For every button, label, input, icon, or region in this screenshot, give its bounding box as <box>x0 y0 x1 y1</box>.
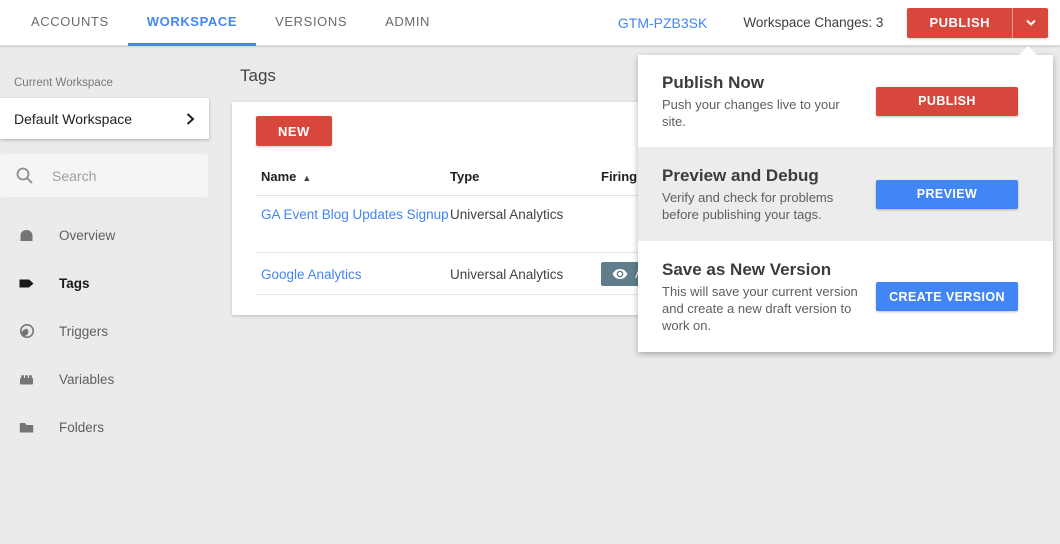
menu-section-description: This will save your current version and … <box>662 283 866 334</box>
tag-icon <box>18 275 35 292</box>
menu-section-publish-now[interactable]: Publish Now Push your changes live to yo… <box>638 55 1053 147</box>
workspace-selector[interactable]: Default Workspace <box>0 98 209 139</box>
chevron-down-icon <box>1025 19 1037 27</box>
sidebar-item-triggers[interactable]: Triggers <box>0 307 210 355</box>
menu-section-title: Save as New Version <box>662 260 866 280</box>
new-tag-button[interactable]: NEW <box>256 116 332 146</box>
create-version-button[interactable]: CREATE VERSION <box>876 282 1018 311</box>
sidebar-item-label: Overview <box>59 228 115 243</box>
workspace-name: Default Workspace <box>14 111 183 127</box>
header-right: GTM-PZB3SK Workspace Changes: 3 PUBLISH <box>618 0 1060 45</box>
sidebar: Current Workspace Default Workspace Over… <box>0 46 210 451</box>
sidebar-item-label: Triggers <box>59 324 108 339</box>
menu-section-text: Save as New Version This will save your … <box>662 260 876 334</box>
eye-icon <box>612 268 628 280</box>
workspace-changes-count: Workspace Changes: 3 <box>743 15 883 30</box>
tab-versions[interactable]: VERSIONS <box>256 0 366 46</box>
sidebar-nav: Overview Tags Triggers Variables Folders <box>0 211 210 451</box>
tag-type: Universal Analytics <box>450 207 601 222</box>
sidebar-item-label: Variables <box>59 372 114 387</box>
column-name-label: Name <box>261 169 296 184</box>
menu-section-save-version[interactable]: Save as New Version This will save your … <box>638 241 1053 352</box>
sidebar-item-overview[interactable]: Overview <box>0 211 210 259</box>
sidebar-item-tags[interactable]: Tags <box>0 259 210 307</box>
menu-section-text: Publish Now Push your changes live to yo… <box>662 73 876 130</box>
column-header-type[interactable]: Type <box>450 169 601 184</box>
folder-icon <box>18 419 35 436</box>
tag-name-link[interactable]: Google Analytics <box>256 267 450 282</box>
menu-section-text: Preview and Debug Verify and check for p… <box>662 166 876 223</box>
menu-section-title: Preview and Debug <box>662 166 866 186</box>
tag-type: Universal Analytics <box>450 267 601 282</box>
sidebar-item-label: Tags <box>59 276 90 291</box>
tab-workspace[interactable]: WORKSPACE <box>128 0 256 46</box>
tab-admin[interactable]: ADMIN <box>366 0 449 46</box>
tab-accounts[interactable]: ACCOUNTS <box>12 0 128 46</box>
publish-split-button[interactable]: PUBLISH <box>907 8 1048 38</box>
menu-section-description: Push your changes live to your site. <box>662 96 866 130</box>
sort-asc-icon: ▲ <box>302 173 311 183</box>
menu-section-description: Verify and check for problems before pub… <box>662 189 866 223</box>
container-id-link[interactable]: GTM-PZB3SK <box>618 15 707 31</box>
search-icon <box>15 166 34 185</box>
dropdown-caret <box>1019 46 1037 55</box>
menu-section-preview-debug[interactable]: Preview and Debug Verify and check for p… <box>638 147 1053 241</box>
top-header: ACCOUNTS WORKSPACE VERSIONS ADMIN GTM-PZ… <box>0 0 1060 46</box>
publish-dropdown-menu: Publish Now Push your changes live to yo… <box>638 55 1053 352</box>
publish-dropdown-toggle[interactable] <box>1012 8 1048 38</box>
sidebar-item-folders[interactable]: Folders <box>0 403 210 451</box>
trigger-icon <box>18 323 35 340</box>
publish-now-button[interactable]: PUBLISH <box>876 87 1018 116</box>
column-header-name[interactable]: Name ▲ <box>256 169 450 184</box>
overview-icon <box>18 227 35 244</box>
menu-section-title: Publish Now <box>662 73 866 93</box>
sidebar-item-variables[interactable]: Variables <box>0 355 210 403</box>
tag-name-link[interactable]: GA Event Blog Updates Signup <box>256 207 450 222</box>
main-nav: ACCOUNTS WORKSPACE VERSIONS ADMIN <box>12 0 449 45</box>
preview-button[interactable]: PREVIEW <box>876 180 1018 209</box>
current-workspace-label: Current Workspace <box>14 77 210 89</box>
variables-icon <box>18 371 35 388</box>
publish-button[interactable]: PUBLISH <box>907 8 1012 38</box>
sidebar-item-label: Folders <box>59 420 104 435</box>
chevron-right-icon <box>183 112 197 126</box>
search-box <box>0 154 208 197</box>
